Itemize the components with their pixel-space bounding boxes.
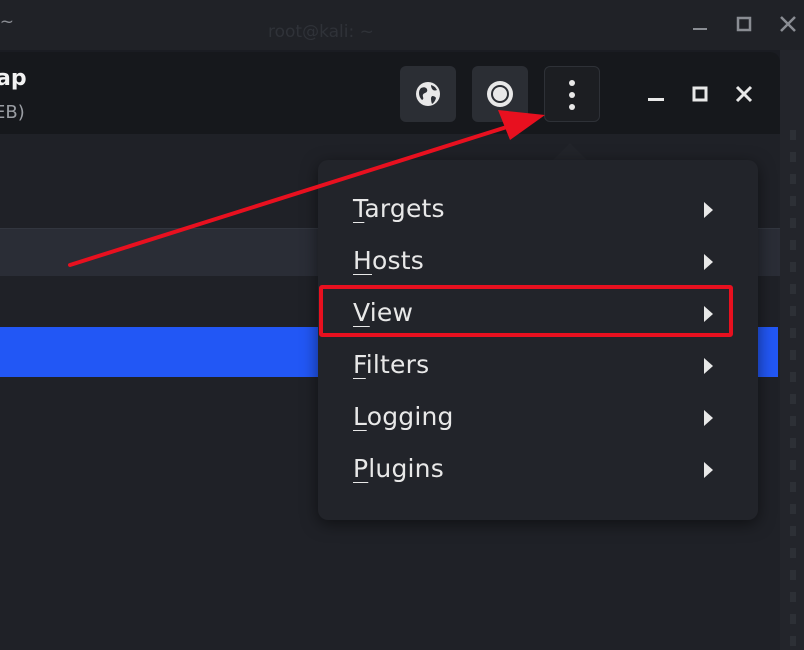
menu-item-targets[interactable]: Targets (318, 184, 758, 236)
submenu-arrow-icon (704, 202, 713, 218)
submenu-arrow-icon (704, 410, 713, 426)
menu-item-label: View (353, 298, 414, 327)
menu-item-label: Targets (353, 194, 445, 223)
submenu-arrow-icon (704, 358, 713, 374)
menu-item-filters[interactable]: Filters (318, 340, 758, 392)
record-button[interactable] (472, 66, 528, 122)
terminal-title-left: :~ (0, 12, 14, 32)
terminal-close-button[interactable] (776, 12, 800, 36)
menu-item-label: Plugins (353, 454, 444, 483)
main-menu-button[interactable] (544, 66, 600, 122)
globe-button[interactable] (400, 66, 456, 122)
app-close-button[interactable] (732, 82, 756, 106)
submenu-arrow-icon (704, 462, 713, 478)
menu-item-logging[interactable]: Logging (318, 392, 758, 444)
terminal-scrollbar[interactable] (780, 50, 804, 650)
menu-item-label: Logging (353, 402, 454, 431)
app-header: ap EB) (0, 52, 780, 134)
app-maximize-button[interactable] (688, 82, 712, 106)
menu-item-plugins[interactable]: Plugins (318, 444, 758, 496)
terminal-minimize-button[interactable] (688, 12, 712, 36)
app-title: ap (0, 66, 27, 91)
submenu-arrow-icon (704, 254, 713, 270)
terminal-titlebar: :~ root@kali: ~ (0, 0, 804, 50)
menu-item-label: Hosts (353, 246, 424, 275)
app-subtitle: EB) (0, 102, 25, 123)
menu-item-hosts[interactable]: Hosts (318, 236, 758, 288)
app-minimize-button[interactable] (644, 82, 668, 106)
terminal-maximize-button[interactable] (732, 12, 756, 36)
menu-item-label: Filters (353, 350, 430, 379)
main-menu-popup: Targets Hosts View Filters Logging Plugi… (318, 160, 758, 520)
submenu-arrow-icon (704, 306, 713, 322)
terminal-title: root@kali: ~ (268, 22, 374, 42)
popup-pointer (552, 143, 588, 161)
menu-item-view[interactable]: View (318, 288, 758, 340)
